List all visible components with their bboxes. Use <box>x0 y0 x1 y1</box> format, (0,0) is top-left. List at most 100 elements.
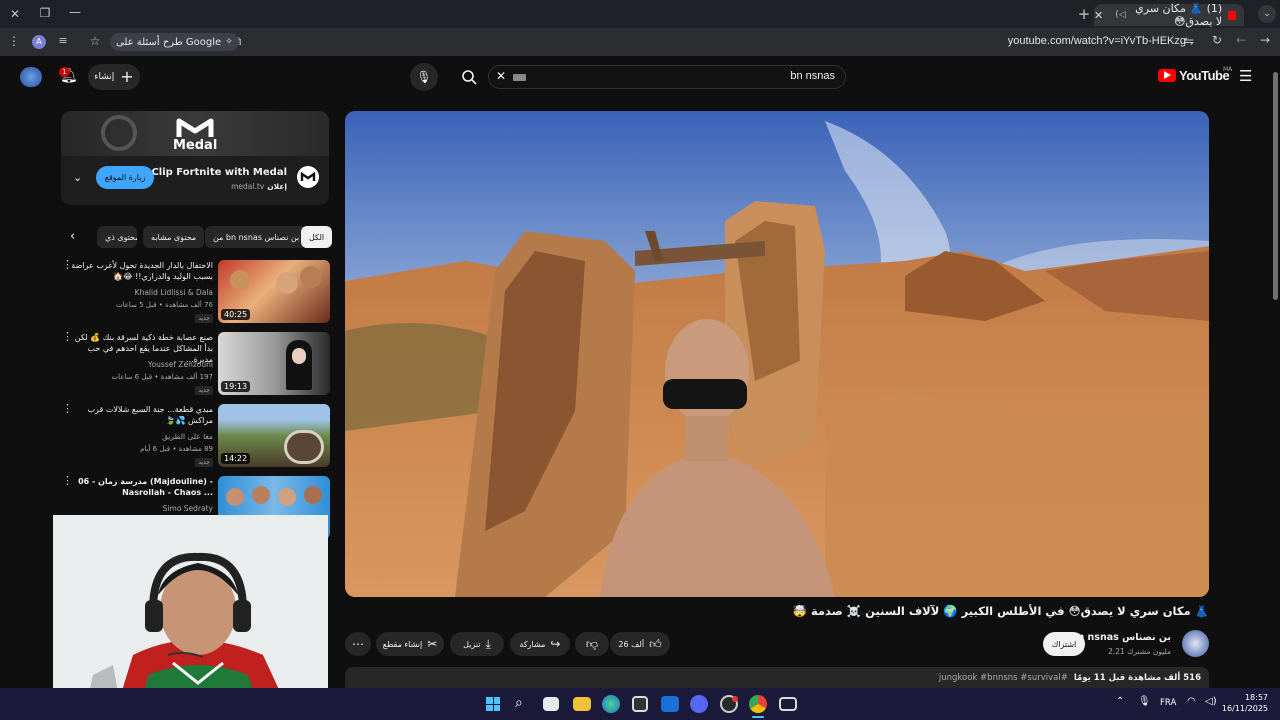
capture-app-icon[interactable] <box>779 697 797 711</box>
chevron-down-icon[interactable]: ⌄ <box>73 171 82 184</box>
list-item[interactable]: ⋮ الاحتفال بالدار الجديدة تحول لأغرب عرا… <box>60 259 330 326</box>
filter-chip-all[interactable]: الكل <box>301 226 333 248</box>
voice-search-button[interactable]: 🎙︎ <box>410 63 438 91</box>
tab-search-icon[interactable]: ⌄ <box>1258 5 1276 23</box>
more-options-icon[interactable]: ⋮ <box>62 331 73 342</box>
clear-search-icon[interactable]: ✕ <box>496 69 506 83</box>
like-button[interactable]: 26 ألف 👍︎ <box>610 632 670 656</box>
clock[interactable]: 18:57 16/11/2025 <box>1222 692 1268 714</box>
video-thumbnail[interactable]: 14:22 <box>218 404 330 467</box>
related-title[interactable]: مبدي قطعة... جنة السبع شلالات قرب مراكش … <box>71 404 214 426</box>
reload-icon[interactable]: ↻ <box>1210 33 1224 47</box>
more-options-icon[interactable]: ⋮ <box>62 475 73 486</box>
filter-chip-related-more[interactable]: محتوى ذي <box>97 226 137 248</box>
download-button[interactable]: تنزيل ⤓ <box>450 632 504 656</box>
close-window-icon[interactable]: ✕ <box>8 7 22 21</box>
related-channel[interactable]: Youssef Zenzouni <box>148 360 213 369</box>
keyboard-icon[interactable] <box>513 74 526 81</box>
account-avatar[interactable] <box>20 67 42 87</box>
browser-tab[interactable]: (1) 👗 مكان سري لا يصدق😳 ◁) ✕ <box>1094 2 1244 28</box>
list-item[interactable]: ⋮ مبدي قطعة... جنة السبع شلالات قرب مراك… <box>60 403 330 470</box>
volume-icon[interactable]: ◁) <box>1205 696 1217 707</box>
youtube-logo-text[interactable]: YouTube <box>1179 68 1230 83</box>
video-thumbnail[interactable]: 40:25 <box>218 260 330 323</box>
clock-date: 16/11/2025 <box>1221 704 1268 713</box>
outlook-icon[interactable] <box>661 696 679 712</box>
taskbar-search-icon[interactable]: ⌕ <box>515 695 523 711</box>
filter-chip-similar[interactable]: محتوى مشابه <box>143 226 205 248</box>
dislike-button[interactable]: 👎︎ <box>575 632 609 656</box>
task-view-icon[interactable] <box>543 697 559 711</box>
edge-icon[interactable] <box>602 695 620 713</box>
thumbnail-person <box>278 488 296 506</box>
url-field[interactable]: youtube.com/watch?v=iYvTb-HEKzg <box>1008 35 1186 47</box>
chevron-left-icon[interactable]: ‹ <box>70 229 75 244</box>
thumbnail-person <box>304 486 322 504</box>
windows-start-icon[interactable] <box>486 697 500 711</box>
thumbnail-person <box>276 272 298 294</box>
more-options-icon[interactable]: ⋮ <box>62 259 73 270</box>
hashtags[interactable]: #jungkook #bnnsns #survival <box>939 673 1068 683</box>
thumbnail-dish <box>284 430 324 464</box>
like-count: 26 ألف <box>618 639 645 649</box>
list-item[interactable]: ⋮ صنع عصابة خطة ذكية لسرقة بنك 💰 لكن بدأ… <box>60 331 330 398</box>
avatar[interactable]: A <box>32 35 46 49</box>
sparkle-icon: ✧ <box>225 37 233 47</box>
video-thumbnail[interactable]: 19:13 <box>218 332 330 395</box>
related-title[interactable]: الاحتفال بالدار الجديدة تحول لأغرب عراضة… <box>71 260 213 282</box>
close-tab-icon[interactable]: ✕ <box>1094 9 1103 22</box>
discord-icon[interactable] <box>690 695 708 713</box>
subscribe-button[interactable]: اشتراك <box>1043 632 1085 656</box>
store-icon[interactable] <box>632 696 648 712</box>
related-channel[interactable]: مغا على الطريق <box>162 432 213 441</box>
medal-channel-icon <box>297 166 319 188</box>
more-options-icon[interactable]: ⋮ <box>62 403 73 414</box>
lens-icon[interactable]: ≡ <box>56 34 70 47</box>
new-tab-icon[interactable]: + <box>1077 5 1091 23</box>
channel-name[interactable]: bn nsnas بن نصناس <box>1071 632 1171 643</box>
visit-site-button[interactable]: زيارة الموقع <box>96 166 154 189</box>
youtube-logo-icon[interactable] <box>1158 69 1176 82</box>
medal-logo-icon <box>175 117 215 139</box>
thumbnail-face <box>292 348 306 364</box>
guide-menu-icon[interactable]: ☰ <box>1239 67 1252 85</box>
download-icon: ⤓ <box>485 636 491 651</box>
maximize-window-icon[interactable]: ❐ <box>38 6 52 20</box>
wifi-icon[interactable]: ◠ <box>1187 696 1196 707</box>
menu-icon[interactable]: ⋮ <box>8 34 20 48</box>
related-channel[interactable]: Khalid Lidlissi & Dala <box>135 288 213 297</box>
back-icon[interactable]: → <box>1258 33 1272 47</box>
more-actions-button[interactable]: ⋯ <box>345 632 371 656</box>
audio-icon[interactable]: ◁) <box>1115 10 1125 20</box>
google-chip-label: طرح أسئلة على Google <box>116 36 222 48</box>
file-explorer-icon[interactable] <box>573 697 591 711</box>
view-date-meta: 516 ألف مشاهدة قبل 11 يومًا <box>1073 673 1201 683</box>
video-player[interactable] <box>345 111 1209 597</box>
scrollbar-thumb[interactable] <box>1273 72 1278 300</box>
thumbnail-person <box>226 488 244 506</box>
tray-chevron-up-icon[interactable]: ⌃ <box>1116 696 1124 707</box>
tray-microphone-icon[interactable]: 🎙︎ <box>1138 696 1151 707</box>
region-code: MA <box>1223 66 1233 73</box>
chrome-icon[interactable] <box>749 695 767 713</box>
clip-label: إنشاء مقطع <box>382 639 423 649</box>
related-meta: 197 ألف مشاهدة • قبل 6 ساعات <box>111 373 213 381</box>
minimize-window-icon[interactable]: — <box>68 5 82 19</box>
language-indicator[interactable]: FRA <box>1160 698 1176 708</box>
related-title[interactable]: مدرسة زمان - 06 (Majdouline) - Nasrollah… <box>71 476 213 498</box>
share-button[interactable]: مشاركة ↪ <box>510 632 570 656</box>
filter-chip-from-channel[interactable]: من bn nsnas بن نصناس <box>205 226 308 248</box>
related-channel[interactable]: Simo Sedraty <box>163 504 213 513</box>
duration-badge: 19:13 <box>221 381 251 392</box>
forward-icon[interactable]: ← <box>1234 33 1248 47</box>
google-ask-chip[interactable]: طرح أسئلة على Google ✧ <box>110 33 239 51</box>
ad-card[interactable]: Medal Clip Fortnite with Medal medal.tv … <box>61 111 329 205</box>
ad-brand: Medal <box>173 138 218 153</box>
thumbnail-person <box>252 486 270 504</box>
create-button[interactable]: إنشاء + <box>88 64 140 90</box>
search-input[interactable]: ✕ bn nsnas <box>488 65 846 89</box>
channel-avatar[interactable] <box>1182 630 1209 657</box>
bookmark-star-icon[interactable]: ☆ <box>88 34 102 48</box>
search-button[interactable] <box>455 63 483 91</box>
clip-button[interactable]: إنشاء مقطع ✂ <box>376 632 444 656</box>
